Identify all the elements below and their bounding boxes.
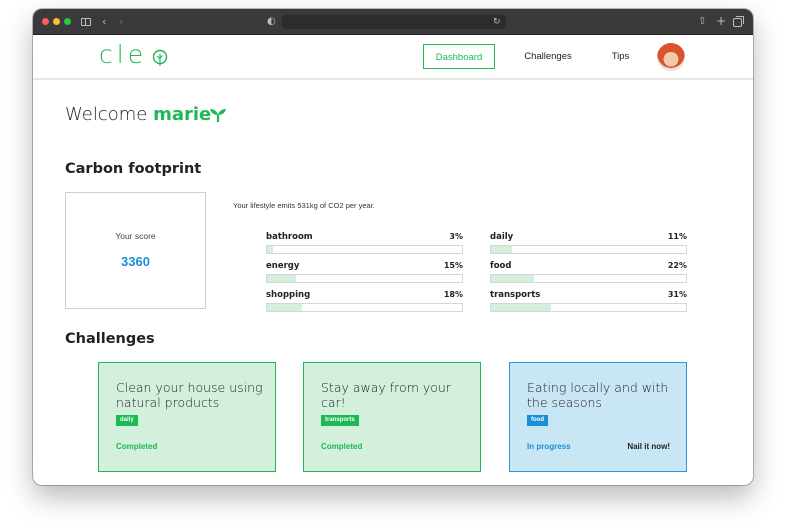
category-progress-bar — [266, 303, 463, 312]
forward-icon[interactable]: › — [119, 13, 123, 31]
category-progress-fill — [267, 275, 297, 282]
category-energy: energy 15% — [266, 261, 463, 289]
nav-challenges-label: Challenges — [524, 51, 572, 62]
category-progress-bar — [490, 303, 687, 312]
tabs-icon[interactable] — [733, 16, 744, 27]
challenge-card[interactable]: Eating locally and with the seasons food… — [509, 362, 687, 472]
category-progress-bar — [490, 274, 687, 283]
nav-tips[interactable]: Tips — [603, 44, 638, 69]
minimize-window-icon[interactable] — [53, 18, 60, 25]
share-icon[interactable]: ⇧ — [698, 13, 706, 31]
nail-it-now-button[interactable]: Nail it now! — [627, 442, 670, 451]
category-percent: 18% — [443, 290, 463, 299]
welcome-heading: Welcome marie — [65, 104, 211, 125]
challenge-tag: transports — [321, 415, 359, 426]
category-percent: 22% — [667, 261, 687, 270]
avatar[interactable] — [657, 43, 685, 71]
category-name: bathroom — [266, 232, 313, 242]
category-progress-fill — [267, 246, 273, 253]
reload-icon[interactable]: ↻ — [493, 13, 501, 31]
shield-icon[interactable]: ◐ — [267, 13, 276, 31]
score-value: 3360 — [121, 254, 150, 269]
category-food: food 22% — [490, 261, 687, 289]
nav-dashboard[interactable]: Dashboard — [423, 44, 495, 69]
emissions-summary: Your lifestyle emits 531kg of CO2 per ye… — [233, 201, 375, 210]
nav-tips-label: Tips — [611, 51, 630, 62]
welcome-prefix: Welcome — [65, 104, 148, 125]
challenge-status: In progress — [527, 442, 571, 451]
category-name: transports — [490, 290, 541, 300]
close-window-icon[interactable] — [42, 18, 49, 25]
carbon-footprint-title: Carbon footprint — [65, 161, 202, 177]
logo-leaf-icon — [152, 49, 168, 66]
challenge-card[interactable]: Clean your house using natural products … — [98, 362, 276, 472]
user-name: marie — [153, 104, 212, 125]
category-daily: daily 11% — [490, 232, 687, 260]
maximize-window-icon[interactable] — [64, 18, 71, 25]
challenge-tag: food — [527, 415, 548, 426]
category-progress-fill — [491, 246, 513, 253]
logo-text: cle — [99, 40, 148, 69]
address-bar[interactable] — [282, 15, 506, 29]
logo[interactable]: cle — [99, 37, 147, 73]
challenge-status: Completed — [321, 442, 363, 451]
category-name: energy — [266, 261, 300, 271]
category-shopping: shopping 18% — [266, 290, 463, 318]
score-label: Your score — [115, 231, 156, 241]
challenges-title: Challenges — [65, 331, 155, 347]
browser-titlebar: ‹ › ◐ ↻ ⇧ + — [33, 9, 753, 35]
challenge-tag: daily — [116, 415, 138, 426]
category-progress-bar — [266, 245, 463, 254]
challenge-card[interactable]: Stay away from your car! transports Comp… — [303, 362, 481, 472]
category-progress-bar — [266, 274, 463, 283]
score-card: Your score 3360 — [65, 192, 206, 309]
category-bathroom: bathroom 3% — [266, 232, 463, 260]
category-name: shopping — [266, 290, 311, 300]
category-percent: 15% — [443, 261, 463, 270]
challenge-title: Stay away from your car! — [321, 380, 451, 410]
category-percent: 3% — [449, 232, 463, 241]
category-progress-fill — [267, 304, 303, 311]
category-name: daily — [490, 232, 514, 242]
category-progress-fill — [491, 275, 534, 282]
nav-dashboard-label: Dashboard — [435, 52, 483, 63]
nav-challenges[interactable]: Challenges — [513, 44, 583, 69]
site-header: cle Dashboard Challenges Tips — [33, 35, 753, 80]
challenge-title: Eating locally and with the seasons — [527, 380, 669, 410]
category-progress-bar — [490, 245, 687, 254]
new-tab-icon[interactable]: + — [716, 12, 726, 30]
category-name: food — [490, 261, 512, 271]
category-percent: 11% — [667, 232, 687, 241]
challenge-status: Completed — [116, 442, 158, 451]
sprout-icon — [210, 109, 226, 122]
category-transports: transports 31% — [490, 290, 687, 318]
back-icon[interactable]: ‹ — [102, 13, 106, 31]
challenge-title: Clean your house using natural products — [116, 380, 263, 410]
category-progress-fill — [491, 304, 552, 311]
sidebar-icon[interactable] — [81, 18, 91, 26]
category-percent: 31% — [667, 290, 687, 299]
